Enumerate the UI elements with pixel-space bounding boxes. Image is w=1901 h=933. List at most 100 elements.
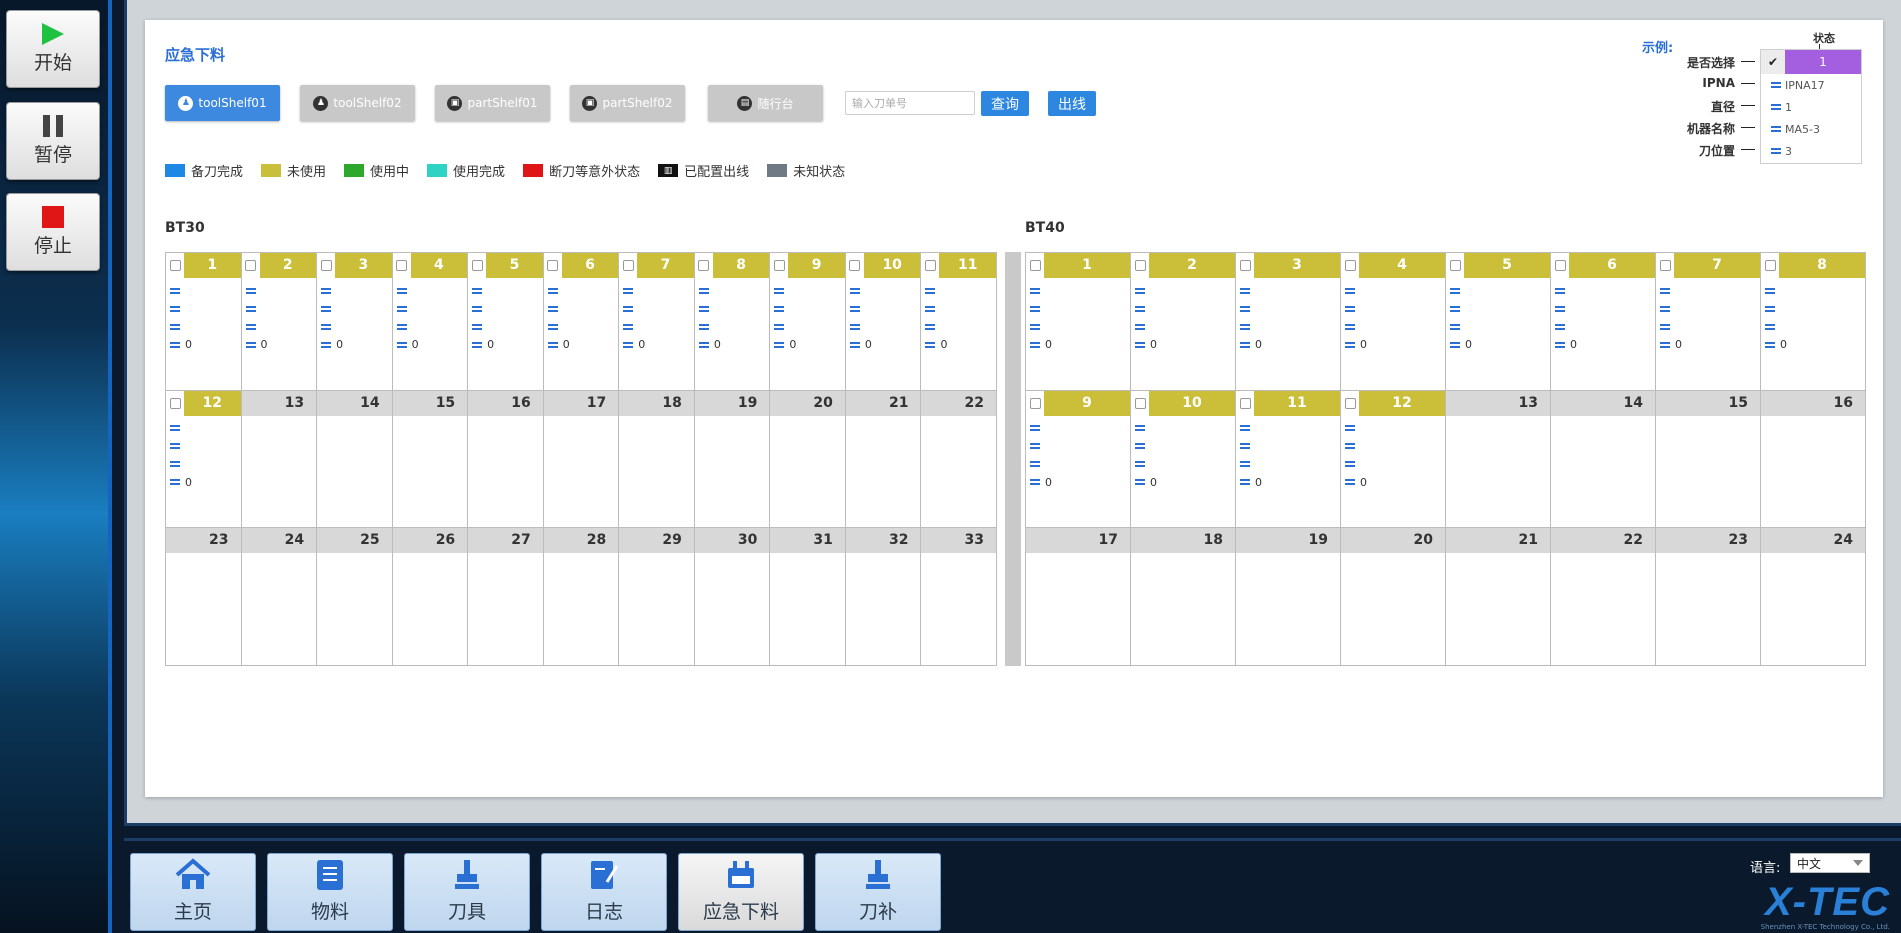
stop-button[interactable]: 停止: [6, 193, 100, 271]
bt40-slot[interactable]: 30: [1236, 253, 1341, 391]
shelf-button-pallet[interactable]: ▤ 随行台: [708, 85, 823, 121]
shelf-button-toolshelf02[interactable]: ♟ toolShelf02: [300, 85, 415, 121]
out-line-button[interactable]: 出线: [1048, 91, 1096, 116]
bt40-slot[interactable]: 12 0: [1341, 390, 1446, 529]
bt30-slot[interactable]: 22: [921, 390, 997, 529]
slot-checkbox[interactable]: [1341, 253, 1359, 278]
nav-tab[interactable]: 物料: [267, 853, 393, 931]
slot-checkbox[interactable]: [1026, 390, 1044, 416]
bt40-slot[interactable]: 70: [1656, 253, 1761, 391]
bt30-slot[interactable]: 14: [317, 390, 393, 529]
bt30-slot[interactable]: 13: [241, 390, 318, 529]
tool-icon: [321, 287, 332, 294]
bt30-slot[interactable]: 90: [770, 253, 846, 391]
bt40-slot[interactable]: 10: [1026, 253, 1131, 391]
bt40-slot[interactable]: 20: [1341, 528, 1446, 666]
bt30-slot[interactable]: 23: [166, 528, 242, 666]
bt30-slot[interactable]: 27: [468, 528, 544, 666]
bt40-slot[interactable]: 40: [1341, 253, 1446, 391]
bt40-slot[interactable]: 14: [1551, 390, 1656, 529]
bt30-slot[interactable]: 20: [241, 253, 318, 391]
slot-checkbox[interactable]: [543, 253, 562, 278]
bt40-slot[interactable]: 20: [1131, 253, 1236, 391]
bt30-slot[interactable]: 32: [845, 528, 922, 666]
start-button[interactable]: 开始: [6, 10, 100, 88]
slot-checkbox[interactable]: [1236, 390, 1254, 416]
bt40-slot[interactable]: 16: [1761, 390, 1866, 529]
bt40-slot[interactable]: 11 0: [1236, 390, 1341, 529]
bt40-slot[interactable]: 24: [1761, 528, 1866, 666]
tool-order-search-input[interactable]: [845, 91, 975, 115]
bt40-slot[interactable]: 22: [1551, 528, 1656, 666]
slot-checkbox[interactable]: [845, 253, 864, 278]
slot-checkbox[interactable]: [241, 253, 260, 278]
slot-checkbox[interactable]: [770, 253, 789, 278]
slot-checkbox[interactable]: [619, 253, 638, 278]
shelf-button-partshelf02[interactable]: ▣ partShelf02: [570, 85, 685, 121]
bt30-slot[interactable]: 20: [770, 390, 846, 529]
slot-checkbox[interactable]: [468, 253, 487, 278]
bt40-slot[interactable]: 18: [1131, 528, 1236, 666]
slot-checkbox[interactable]: [1656, 253, 1674, 278]
slot-checkbox[interactable]: [317, 253, 336, 278]
bt30-slot[interactable]: 10: [166, 253, 242, 391]
bt40-slot[interactable]: 17: [1026, 528, 1131, 666]
bt30-slot[interactable]: 16: [468, 390, 544, 529]
bt30-slot[interactable]: 21: [845, 390, 922, 529]
slot-checkbox[interactable]: [1131, 390, 1149, 416]
nav-tab[interactable]: 应急下料: [678, 853, 804, 931]
slot-checkbox[interactable]: [1341, 390, 1359, 416]
bt30-slot[interactable]: 31: [770, 528, 846, 666]
bt40-slot[interactable]: 90: [1026, 390, 1131, 529]
slot-checkbox[interactable]: [1026, 253, 1044, 278]
bt30-slot[interactable]: 26: [392, 528, 469, 666]
bt30-slot[interactable]: 33: [921, 528, 997, 666]
bt40-slot[interactable]: 19: [1236, 528, 1341, 666]
bt40-slot[interactable]: 15: [1656, 390, 1761, 529]
nav-tab[interactable]: 刀具: [404, 853, 530, 931]
bt30-slot[interactable]: 15: [392, 390, 469, 529]
slot-checkbox[interactable]: [694, 253, 713, 278]
bt30-slot[interactable]: 30: [317, 253, 393, 391]
nav-tab[interactable]: 日志: [541, 853, 667, 931]
nav-tab[interactable]: 主页: [130, 853, 256, 931]
bt30-slot[interactable]: 19: [694, 390, 771, 529]
bt30-slot[interactable]: 60: [543, 253, 620, 391]
slot-checkbox[interactable]: [166, 390, 184, 416]
bt40-slot[interactable]: 13: [1446, 390, 1551, 529]
bt30-slot[interactable]: 11 0: [921, 253, 997, 391]
shelf-button-partshelf01[interactable]: ▣ partShelf01: [435, 85, 550, 121]
bt30-slot[interactable]: 29: [619, 528, 695, 666]
slot-checkbox[interactable]: [1761, 253, 1779, 278]
slot-checkbox[interactable]: [1446, 253, 1464, 278]
slot-checkbox[interactable]: [1236, 253, 1254, 278]
bt30-slot[interactable]: 10 0: [845, 253, 922, 391]
bt30-slot[interactable]: 70: [619, 253, 695, 391]
bt30-slot[interactable]: 25: [317, 528, 393, 666]
slot-checkbox[interactable]: [1551, 253, 1569, 278]
bt30-slot[interactable]: 30: [694, 528, 771, 666]
bt40-slot[interactable]: 60: [1551, 253, 1656, 391]
bt30-slot[interactable]: 12 0: [166, 390, 242, 529]
bt40-slot[interactable]: 23: [1656, 528, 1761, 666]
slot-checkbox[interactable]: [921, 253, 940, 278]
bt30-slot[interactable]: 18: [619, 390, 695, 529]
pause-button[interactable]: 暂停: [6, 102, 100, 180]
slot-checkbox[interactable]: [166, 253, 184, 278]
bt40-slot[interactable]: 10 0: [1131, 390, 1236, 529]
bt30-slot[interactable]: 24: [241, 528, 318, 666]
bt30-slot[interactable]: 17: [543, 390, 620, 529]
shelf-button-toolshelf01[interactable]: ♟ toolShelf01: [165, 85, 280, 121]
bt30-slot[interactable]: 40: [392, 253, 469, 391]
query-button[interactable]: 查询: [981, 91, 1029, 116]
bt30-slot[interactable]: 80: [694, 253, 771, 391]
nav-tab[interactable]: 刀补: [815, 853, 941, 931]
bt30-slot[interactable]: 28: [543, 528, 620, 666]
bt40-slot[interactable]: 50: [1446, 253, 1551, 391]
bt40-slot[interactable]: 80: [1761, 253, 1866, 391]
slot-checkbox[interactable]: [1131, 253, 1149, 278]
bt30-slot[interactable]: 50: [468, 253, 544, 391]
bt40-slot[interactable]: 21: [1446, 528, 1551, 666]
slot-checkbox[interactable]: [392, 253, 411, 278]
language-select[interactable]: 中文: [1790, 853, 1870, 873]
